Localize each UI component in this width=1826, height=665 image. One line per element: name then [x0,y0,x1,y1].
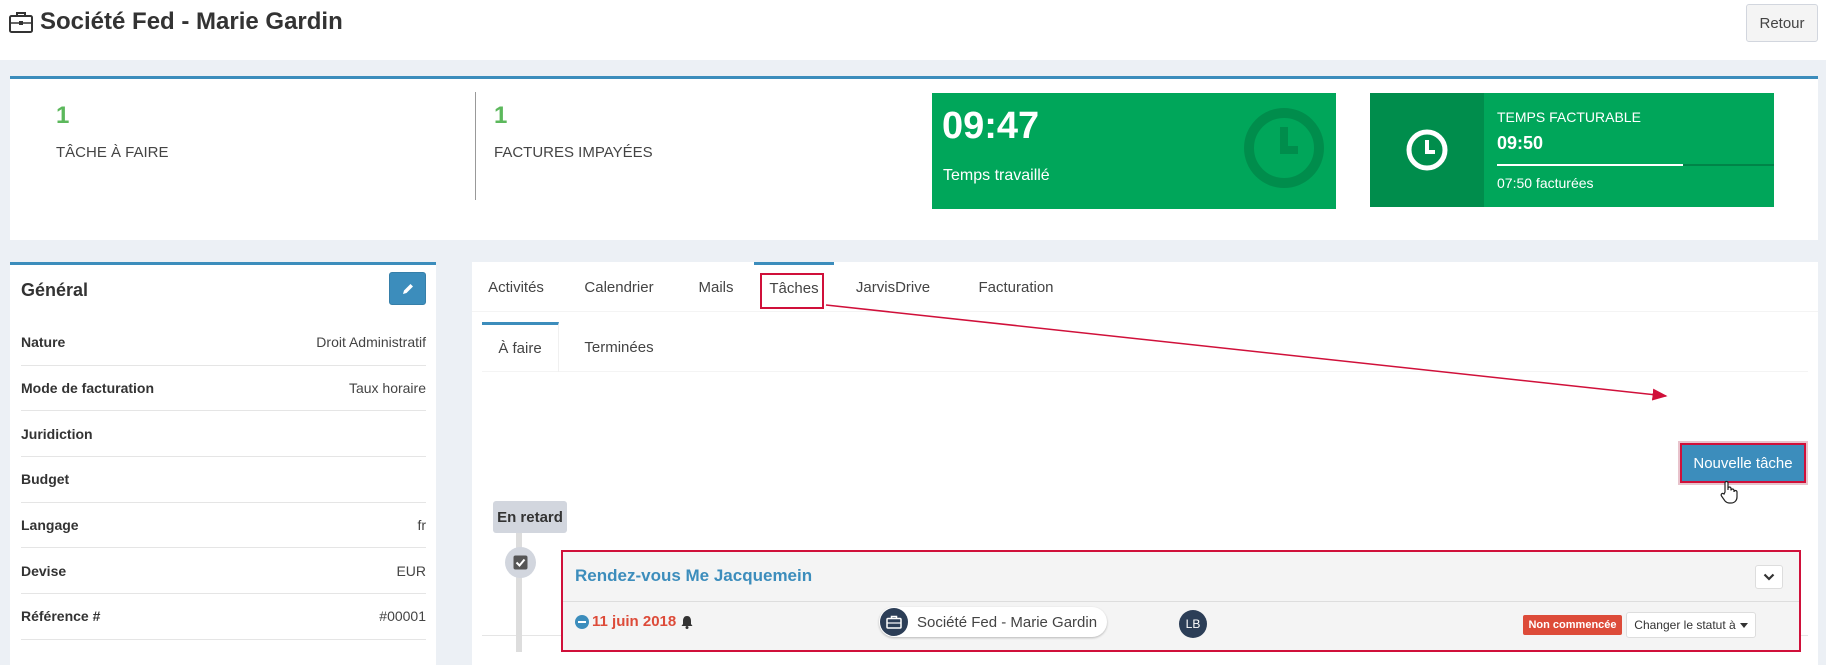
page-title: Société Fed - Marie Gardin [8,8,343,36]
tab-mails[interactable]: Mails [682,262,750,312]
bell-icon [681,615,693,629]
worked-time-box: 09:47 Temps travaillé [932,93,1336,209]
briefcase-icon [9,12,33,33]
task-date-text: 11 juin 2018 [592,613,677,630]
task-subtabs: À faire Terminées [482,322,1808,372]
worked-time-label: Temps travaillé [943,167,1050,184]
stat-invoices: 1 FACTURES IMPAYÉES [494,102,653,161]
stat-tasks-count: 1 [56,102,70,129]
task-card: Rendez-vous Me Jacquemein 11 juin 2018 S… [561,550,1801,652]
clock-icon [1244,108,1324,188]
stat-divider [475,92,476,200]
tasks-content: À faire Terminées Nouvelle tâche En reta… [482,322,1808,652]
tab-highlight-frame [760,273,824,309]
billed-label: 07:50 facturées [1497,175,1594,191]
caret-down-icon [1739,622,1748,628]
stat-tasks-label: TÂCHE À FAIRE [56,144,169,161]
general-row: Nature Droit Administratif [21,320,426,366]
task-card-header: Rendez-vous Me Jacquemein [563,552,1799,602]
general-row: Langage fr [21,503,426,549]
task-due-date: 11 juin 2018 [575,613,694,630]
general-title: Général [21,280,89,300]
client-chip[interactable]: Société Fed - Marie Gardin [879,607,1108,637]
change-status-label: Changer le statut à [1634,618,1736,632]
stats-box: 1 TÂCHE À FAIRE 1 FACTURES IMPAYÉES 09:4… [10,76,1818,240]
general-rows: Nature Droit Administratif Mode de factur… [21,320,426,640]
tab-activites[interactable]: Activités [472,262,560,312]
status-badge: Non commencée [1523,615,1622,635]
worked-time-value: 09:47 [942,105,1040,147]
stat-invoices-count: 1 [494,102,508,129]
briefcase-icon [886,615,902,629]
tab-calendrier[interactable]: Calendrier [566,262,672,312]
billed-progress-bar [1497,164,1774,166]
change-status-dropdown[interactable]: Changer le statut à [1626,612,1756,638]
tab-facturation[interactable]: Facturation [956,262,1076,312]
billable-time-box: TEMPS FACTURABLE 09:50 07:50 facturées [1370,93,1774,207]
main-tabs: Activités Calendrier Mails Tâches Jarvis… [472,262,1818,312]
billable-icon-area [1370,93,1484,207]
client-icon-circle [880,608,908,636]
general-row: Budget [21,457,426,503]
pencil-icon [402,283,413,294]
late-badge: En retard [493,501,567,533]
tab-jarvisdrive[interactable]: JarvisDrive [838,262,948,312]
billable-label: TEMPS FACTURABLE [1497,109,1641,125]
general-panel: Général Nature Droit Administratif Mode d… [10,262,436,665]
expand-button[interactable] [1755,565,1783,589]
edit-button[interactable] [389,272,426,305]
general-row: Référence # #00001 [21,594,426,640]
main-panel: Activités Calendrier Mails Tâches Jarvis… [472,262,1818,665]
client-name: Société Fed - Marie Gardin [917,613,1098,631]
timeline-task-icon [505,547,536,578]
stat-invoices-label: FACTURES IMPAYÉES [494,144,653,161]
timeline-line [516,522,522,652]
page-title-text: Société Fed - Marie Gardin [40,8,343,35]
subtab-terminees[interactable]: Terminées [562,322,676,372]
clock-icon [1406,129,1448,171]
billed-progress-fill [1497,164,1683,166]
minus-circle-icon [575,614,589,629]
general-row: Mode de facturation Taux horaire [21,366,426,412]
subtab-a-faire[interactable]: À faire [482,322,559,372]
task-title-link[interactable]: Rendez-vous Me Jacquemein [575,566,812,586]
general-row: Juridiction [21,411,426,458]
checkbox-icon [513,555,528,570]
page-header: Société Fed - Marie Gardin Retour [0,0,1826,60]
chevron-down-icon [1763,573,1775,581]
general-row: Devise EUR [21,548,426,595]
hand-cursor-icon [1720,480,1738,504]
billable-value: 09:50 [1497,133,1544,153]
new-task-button[interactable]: Nouvelle tâche [1680,443,1806,483]
stat-tasks: 1 TÂCHE À FAIRE [56,102,169,161]
back-button[interactable]: Retour [1746,4,1818,42]
avatar[interactable]: LB [1179,610,1207,638]
